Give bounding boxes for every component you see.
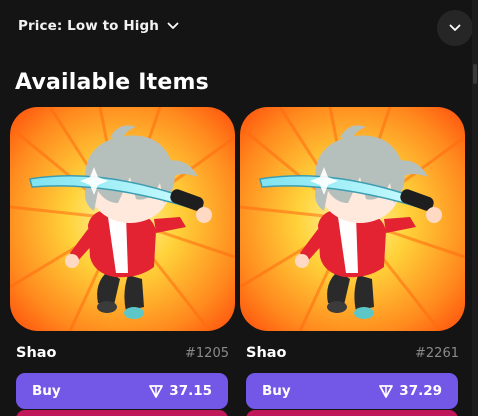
ton-diamond-icon [379,385,394,398]
collapse-button[interactable] [437,10,473,46]
item-card[interactable]: Shao #2261 [240,107,465,371]
price-value: 37.29 [399,383,442,399]
sort-dropdown[interactable]: Price: Low to High [18,18,179,34]
buy-label: Buy [262,383,291,399]
price-value: 37.15 [169,383,212,399]
item-id: #1205 [185,346,229,361]
item-image[interactable] [240,107,465,331]
next-row-card[interactable] [16,410,228,416]
buy-button[interactable]: Buy 37.15 [16,373,228,409]
scrollbar[interactable] [472,0,478,416]
next-row-card[interactable] [246,410,458,416]
buy-button[interactable]: Buy 37.29 [246,373,458,409]
item-meta: Shao #2261 [240,343,465,371]
chevron-down-icon [167,22,179,29]
scrollbar-thumb[interactable] [473,64,477,84]
sort-label: Price: Low to High [18,18,159,34]
item-name: Shao [246,345,287,361]
item-name: Shao [16,345,57,361]
marketplace-page: Price: Low to High Available Items Shao … [0,0,478,416]
item-image[interactable] [10,107,235,331]
chevron-down-icon [449,24,461,31]
item-id: #2261 [415,346,459,361]
buy-label: Buy [32,383,61,399]
section-title: Available Items [15,70,209,95]
price: 37.15 [149,383,212,399]
item-card[interactable]: Shao #1205 [10,107,235,371]
price: 37.29 [379,383,442,399]
item-meta: Shao #1205 [10,343,235,371]
ton-diamond-icon [149,385,164,398]
